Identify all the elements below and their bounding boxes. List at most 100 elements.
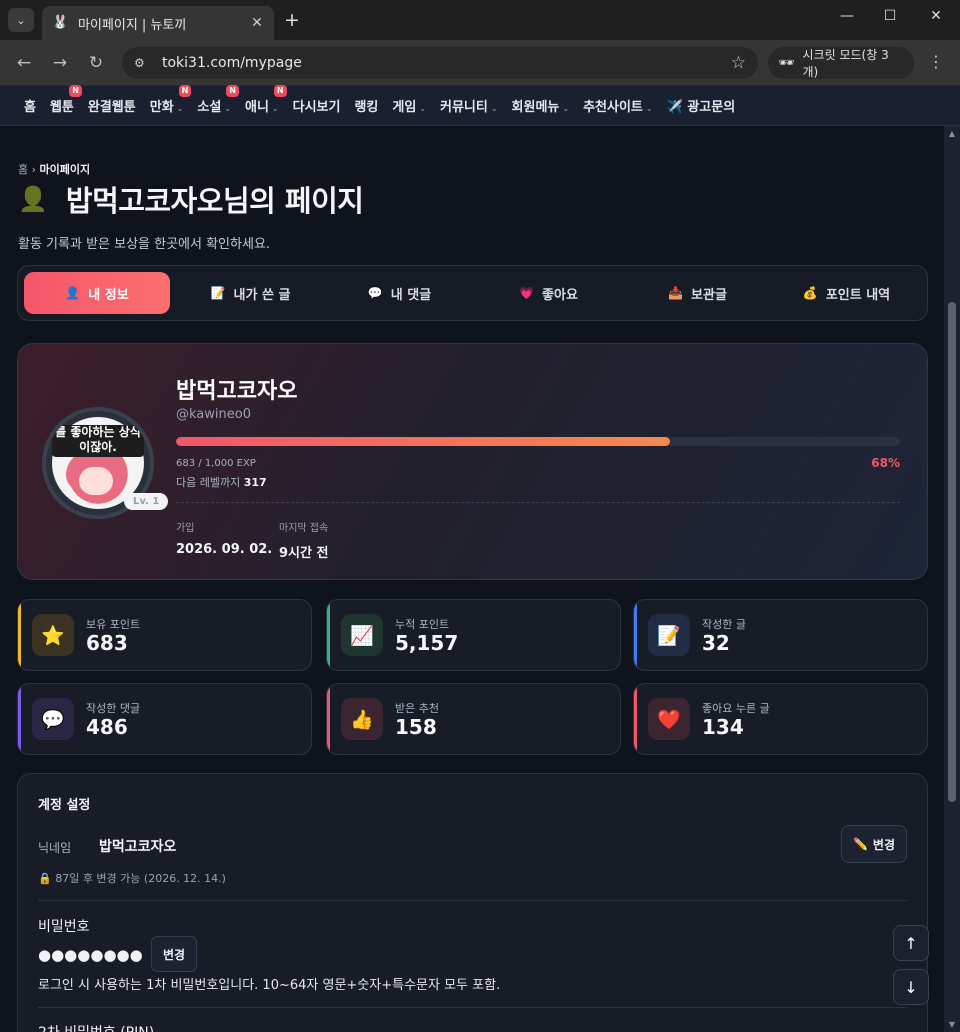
stat-icon: ❤️ <box>648 698 690 740</box>
browser-tab[interactable]: 🐰 마이페이지 | 뉴토끼 ✕ <box>42 6 274 40</box>
tab-5[interactable]: 💰 포인트 내역 <box>772 272 921 314</box>
tab-label: 좋아요 <box>542 287 578 303</box>
password-mask: ●●●●●●●● <box>38 946 143 964</box>
stat-icon: 📝 <box>648 614 690 656</box>
browser-menu-icon[interactable]: ⋮ <box>928 52 944 71</box>
site-info-icon[interactable]: ⚙ <box>134 56 150 70</box>
avatar-caption: 를 좋아하는 상식이잖아. <box>52 425 144 457</box>
mypage-tabs: 👤 내 정보 📝 내가 쓴 글 💬 내 댓글 💗 좋아요 📥 보관글 💰 포인트 내역 <box>17 265 928 321</box>
new-badge: N <box>178 85 192 97</box>
tab-2[interactable]: 💬 내 댓글 <box>325 272 474 314</box>
nav-item[interactable]: 만화 ⌄ N <box>150 85 192 115</box>
breadcrumb-separator: › <box>31 163 37 176</box>
arrow-up-icon: ↑ <box>904 933 918 953</box>
password-change-button[interactable]: 변경 <box>151 936 197 972</box>
stat-accent <box>327 600 330 670</box>
forward-icon[interactable]: → <box>49 53 71 73</box>
address-bar[interactable]: ⚙ toki31.com/mypage ☆ <box>122 47 758 79</box>
nav-item[interactable]: 애니 ⌄ N <box>244 85 287 115</box>
stat-icon: 📈 <box>341 614 383 656</box>
chevron-down-icon: ⌄ <box>490 104 498 113</box>
stat-label: 좋아요 누른 글 <box>702 702 770 715</box>
tab-icon: 💬 <box>367 286 383 300</box>
stat-card: 📈 누적 포인트 5,157 <box>326 599 621 671</box>
tab-title: 마이페이지 | 뉴토끼 <box>78 17 187 33</box>
tab-label: 내가 쓴 글 <box>233 287 291 303</box>
new-tab-button[interactable]: + <box>284 9 300 31</box>
lock-icon: 🔒 <box>38 872 52 885</box>
stat-value: 32 <box>702 631 730 655</box>
page-scrollbar[interactable]: ▲ ▼ <box>944 126 960 1032</box>
nav-item[interactable]: 커뮤니티 ⌄ <box>440 96 498 115</box>
profile-name: 밥먹고코자오 <box>176 379 298 404</box>
maximize-button[interactable]: ☐ <box>880 8 900 24</box>
incognito-indicator[interactable]: 🕶 시크릿 모드(창 3개) <box>768 47 914 79</box>
tab-3[interactable]: 💗 좋아요 <box>474 272 623 314</box>
tab-label: 포인트 내역 <box>825 287 891 303</box>
stat-icon: 💬 <box>32 698 74 740</box>
nav-item-label: 애니 <box>244 100 269 115</box>
nav-item-label: 다시보기 <box>292 100 341 115</box>
stat-card: 📝 작성한 글 32 <box>633 599 928 671</box>
nav-item[interactable]: 랭킹 <box>354 96 378 115</box>
pin-label: 2차 비밀번호 (PIN) <box>38 1022 154 1032</box>
joined-value: 2026. 09. 02. <box>176 542 273 557</box>
nav-item-label: 랭킹 <box>354 100 379 115</box>
chevron-down-icon: ⌄ <box>224 104 231 113</box>
nav-item[interactable]: 완결웹툰 <box>88 96 136 115</box>
reload-icon[interactable]: ↻ <box>85 53 107 73</box>
profile-divider <box>176 502 900 503</box>
stat-value: 158 <box>395 715 437 739</box>
stat-label: 작성한 댓글 <box>86 702 141 715</box>
back-icon[interactable]: ← <box>13 53 35 73</box>
nickname-edit-button[interactable]: ✏️ 변경 <box>841 825 907 863</box>
last-login-info: 마지막 접속 9시간 전 <box>279 519 328 561</box>
nav-item[interactable]: 게임 ⌄ <box>392 96 426 115</box>
tab-search-button[interactable]: ⌄ <box>8 8 34 32</box>
nav-item[interactable]: 웹툰 N <box>50 85 82 115</box>
tab-close-icon[interactable]: ✕ <box>248 15 266 31</box>
tab-icon: 📥 <box>668 286 684 300</box>
tab-1[interactable]: 📝 내가 쓴 글 <box>176 272 325 314</box>
stat-card: ❤️ 좋아요 누른 글 134 <box>633 683 928 755</box>
stat-icon: 👍 <box>341 698 383 740</box>
nav-item-label: 추천사이트 <box>583 100 643 115</box>
exp-percent: 68% <box>871 456 900 470</box>
nav-item-label: 광고문의 <box>687 100 736 115</box>
nav-item[interactable]: 다시보기 <box>293 96 341 115</box>
site-favicon-icon: 🐰 <box>52 15 69 30</box>
nav-item[interactable]: 추천사이트 ⌄ <box>583 96 653 115</box>
tab-icon: 💗 <box>519 286 535 300</box>
stat-value: 683 <box>86 631 128 655</box>
bookmark-star-icon[interactable]: ☆ <box>731 53 746 73</box>
stat-accent <box>634 684 637 754</box>
scroll-up-arrow-icon[interactable]: ▲ <box>944 129 960 138</box>
nav-item[interactable]: ✈️ 광고문의 <box>667 96 736 115</box>
nav-item[interactable]: 소설 ⌄ N <box>197 85 239 115</box>
scroll-down-arrow-icon[interactable]: ▼ <box>944 1020 960 1029</box>
minimize-button[interactable]: — <box>837 8 857 24</box>
next-level-info: 다음 레벨까지 317 <box>176 474 267 490</box>
scroll-bottom-button[interactable]: ↓ <box>893 969 929 1005</box>
tab-0[interactable]: 👤 내 정보 <box>24 272 170 314</box>
stat-label: 보유 포인트 <box>86 618 141 631</box>
chevron-down-icon: ⌄ <box>645 104 653 113</box>
scroll-top-button[interactable]: ↑ <box>893 925 929 961</box>
nav-item[interactable]: 회원메뉴 ⌄ <box>512 96 570 115</box>
breadcrumb: 홈 › 마이페이지 <box>18 161 90 177</box>
breadcrumb-current: 마이페이지 <box>39 163 91 176</box>
new-badge: N <box>273 85 287 97</box>
nav-item-label: 커뮤니티 <box>440 100 488 115</box>
stat-accent <box>327 684 330 754</box>
url-text[interactable]: toki31.com/mypage <box>162 55 731 71</box>
nav-item[interactable]: 홈 <box>24 96 36 115</box>
nickname-note-text: 87일 후 변경 가능 (2026. 12. 14.) <box>55 872 226 885</box>
scrollbar-thumb[interactable] <box>948 302 956 802</box>
stat-accent <box>634 600 637 670</box>
tab-4[interactable]: 📥 보관글 <box>623 272 772 314</box>
stat-accent <box>18 684 21 754</box>
close-window-button[interactable]: ✕ <box>926 8 946 24</box>
breadcrumb-home[interactable]: 홈 <box>18 163 28 176</box>
account-settings-title: 계정 설정 <box>38 798 91 813</box>
password-label: 비밀번호 <box>38 919 90 935</box>
